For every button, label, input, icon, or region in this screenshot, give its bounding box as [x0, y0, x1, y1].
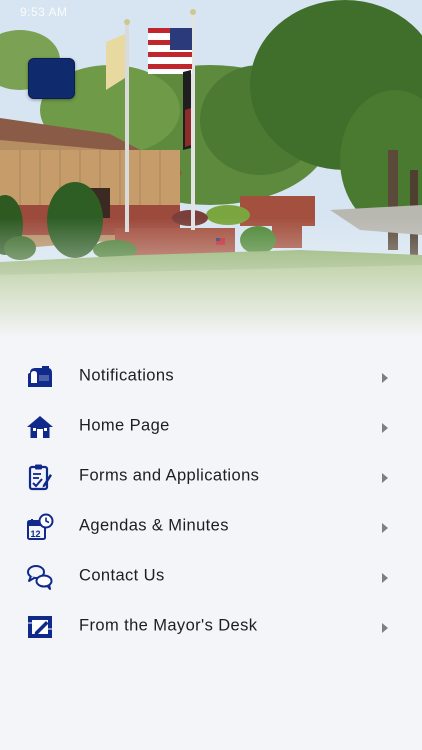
chevron-right-icon: [382, 373, 388, 383]
menu-item-home-page[interactable]: Home Page: [0, 402, 422, 452]
chevron-right-icon: [382, 573, 388, 583]
chevron-right-icon: [382, 523, 388, 533]
chevron-right-icon: [382, 473, 388, 483]
menu-item-notifications[interactable]: Notifications: [0, 352, 422, 402]
menu-item-label: Contact Us: [79, 566, 165, 585]
chevron-right-icon: [382, 423, 388, 433]
speech-bubbles-icon: [24, 562, 56, 592]
mailbox-icon: [24, 362, 56, 392]
menu-item-label: Forms and Applications: [79, 466, 260, 485]
calendar-clock-icon: 12: [24, 512, 56, 542]
menu-item-contact-us[interactable]: Contact Us: [0, 552, 422, 602]
menu-item-label: Home Page: [79, 416, 170, 435]
chevron-right-icon: [382, 623, 388, 633]
hero-banner: 9:53 AM: [0, 0, 422, 338]
menu-item-label: From the Mayor's Desk: [79, 616, 258, 635]
menu-item-agendas-and-minutes[interactable]: 12 Agendas & Minutes: [0, 502, 422, 552]
main-menu: Notifications Home Page Forms and Applic…: [0, 352, 422, 652]
svg-text:12: 12: [31, 529, 41, 539]
notepad-icon: [24, 612, 56, 642]
menu-item-label: Notifications: [79, 366, 175, 385]
menu-item-forms-and-applications[interactable]: Forms and Applications: [0, 452, 422, 502]
house-icon: [24, 412, 56, 442]
status-time: 9:53 AM: [20, 5, 68, 19]
menu-item-label: Agendas & Minutes: [79, 516, 229, 535]
menu-item-from-the-mayors-desk[interactable]: From the Mayor's Desk: [0, 602, 422, 652]
menu-button[interactable]: [28, 58, 75, 99]
hero-fade: [0, 218, 422, 338]
clipboard-icon: [24, 462, 56, 492]
